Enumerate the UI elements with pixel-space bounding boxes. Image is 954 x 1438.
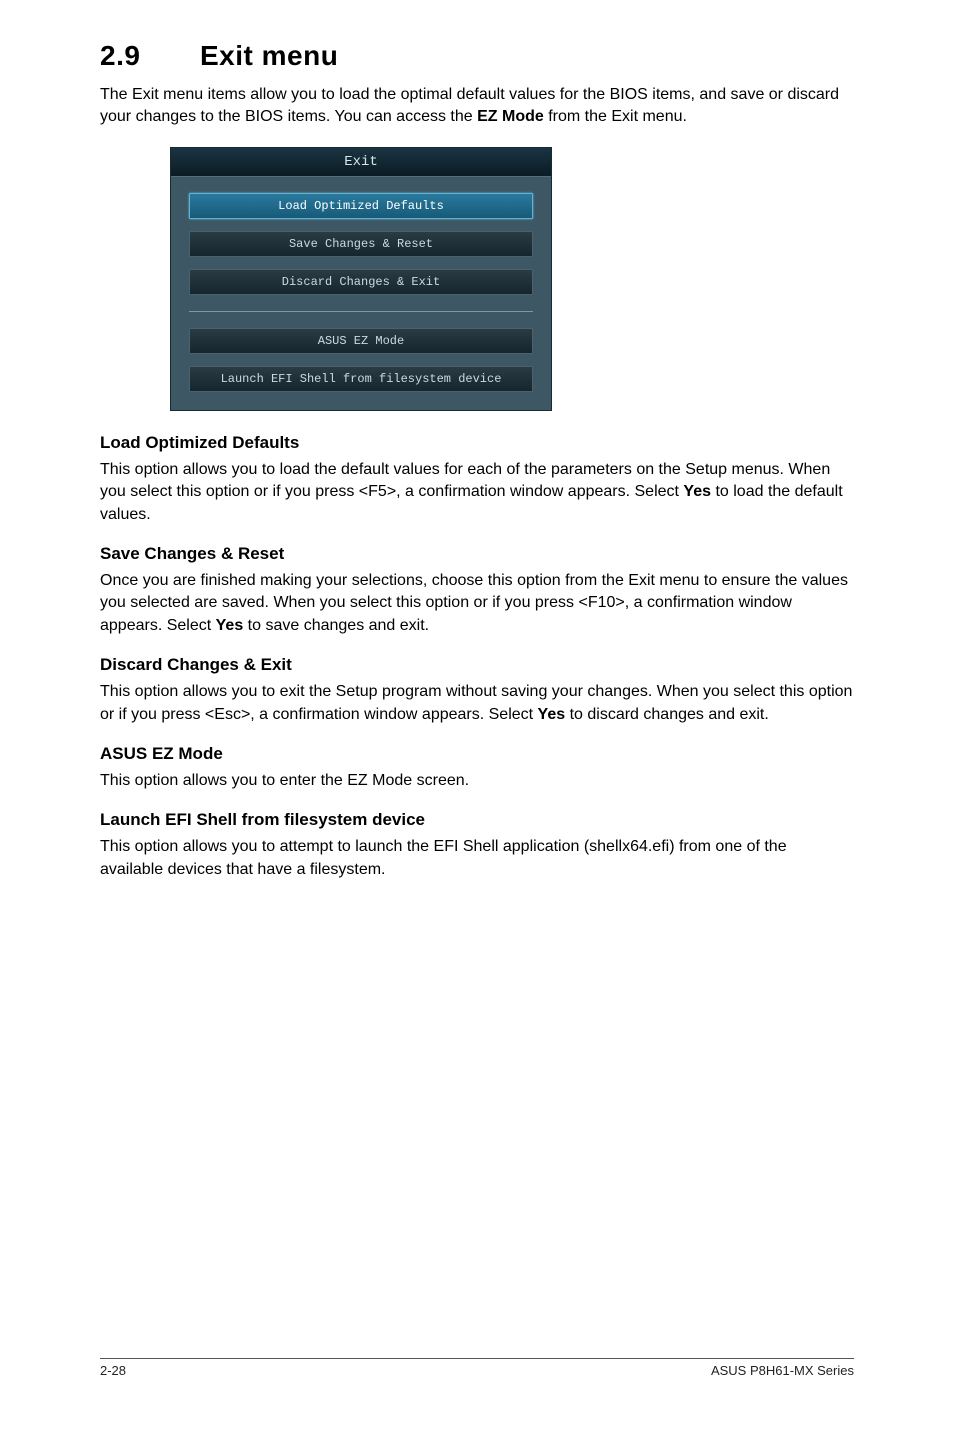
bios-title: Exit	[171, 148, 551, 177]
bios-separator	[189, 311, 533, 312]
bios-btn-save-changes-reset[interactable]: Save Changes & Reset	[189, 231, 533, 257]
scr-text-1: Once you are finished making your select…	[100, 572, 848, 634]
scr-bold-yes: Yes	[216, 617, 244, 634]
footer-page-number: 2-28	[100, 1363, 126, 1378]
bios-btn-launch-efi-shell[interactable]: Launch EFI Shell from filesystem device	[189, 366, 533, 392]
bios-exit-menu: Exit Load Optimized Defaults Save Change…	[170, 147, 552, 411]
dce-bold-yes: Yes	[538, 706, 566, 723]
page-footer: 2-28 ASUS P8H61-MX Series	[100, 1358, 854, 1378]
heading-load-optimized-defaults: Load Optimized Defaults	[100, 433, 854, 453]
bios-btn-discard-changes-exit[interactable]: Discard Changes & Exit	[189, 269, 533, 295]
body-load-optimized-defaults: This option allows you to load the defau…	[100, 459, 854, 526]
intro-text-1: The Exit menu items allow you to load th…	[100, 86, 839, 125]
section-number: 2.9	[100, 40, 200, 72]
lod-bold-yes: Yes	[683, 483, 711, 500]
intro-paragraph: The Exit menu items allow you to load th…	[100, 84, 854, 129]
body-save-changes-reset: Once you are finished making your select…	[100, 570, 854, 637]
bios-body: Load Optimized Defaults Save Changes & R…	[171, 177, 551, 410]
body-discard-changes-exit: This option allows you to exit the Setup…	[100, 681, 854, 726]
heading-save-changes-reset: Save Changes & Reset	[100, 544, 854, 564]
body-launch-efi-shell: This option allows you to attempt to lau…	[100, 836, 854, 881]
heading-launch-efi-shell: Launch EFI Shell from filesystem device	[100, 810, 854, 830]
dce-text-2: to discard changes and exit.	[565, 706, 769, 723]
heading-asus-ez-mode: ASUS EZ Mode	[100, 744, 854, 764]
footer-series: ASUS P8H61-MX Series	[711, 1363, 854, 1378]
bios-btn-load-optimized-defaults[interactable]: Load Optimized Defaults	[189, 193, 533, 219]
section-title: 2.9Exit menu	[100, 40, 854, 72]
body-asus-ez-mode: This option allows you to enter the EZ M…	[100, 770, 854, 792]
intro-text-2: from the Exit menu.	[544, 108, 687, 125]
section-title-text: Exit menu	[200, 40, 338, 71]
heading-discard-changes-exit: Discard Changes & Exit	[100, 655, 854, 675]
intro-bold-ezmode: EZ Mode	[477, 108, 544, 125]
bios-btn-asus-ez-mode[interactable]: ASUS EZ Mode	[189, 328, 533, 354]
scr-text-2: to save changes and exit.	[243, 617, 429, 634]
